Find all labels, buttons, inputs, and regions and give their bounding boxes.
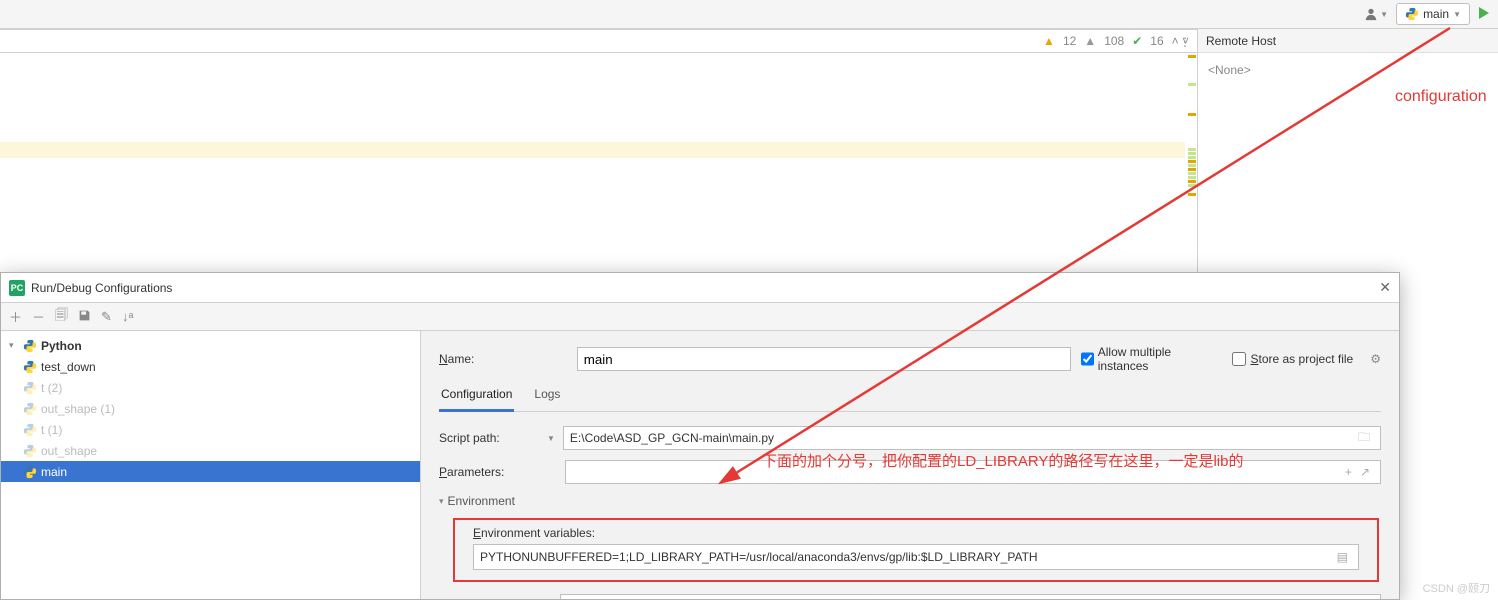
python-icon xyxy=(23,339,37,353)
chevron-down-icon: ▾ xyxy=(439,496,444,507)
kebab-menu[interactable]: ⋮ xyxy=(1179,35,1191,49)
run-debug-dialog: PC Run/Debug Configurations ✕ ＋ － 🗐 ✎ ↓ᵃ… xyxy=(0,272,1400,600)
folder-icon[interactable]: 🗀 xyxy=(1354,428,1374,449)
tree-item[interactable]: t (2) xyxy=(1,377,420,398)
tree-item[interactable]: out_shape (1) xyxy=(1,398,420,419)
tree-node-python[interactable]: ▾ Python xyxy=(1,335,420,356)
highlighted-line xyxy=(0,142,1185,158)
edit-defaults-button[interactable]: ✎ xyxy=(101,309,112,325)
pycharm-icon: PC xyxy=(9,280,25,296)
remove-button[interactable]: － xyxy=(32,307,45,326)
watermark: CSDN @颐刀 xyxy=(1423,580,1490,596)
list-icon[interactable]: ▤ xyxy=(1333,550,1352,564)
python-icon xyxy=(23,423,37,437)
dialog-title: Run/Debug Configurations xyxy=(31,281,172,295)
expand-icon[interactable]: ↗ xyxy=(1356,465,1374,479)
python-icon xyxy=(23,381,37,395)
run-config-selector[interactable]: main ▼ xyxy=(1396,3,1470,25)
env-highlighted-block: Environment variables: PYTHONUNBUFFERED=… xyxy=(453,518,1379,582)
script-path-input[interactable]: E:\Code\ASD_GP_GCN-main\main.py 🗀 xyxy=(563,426,1381,450)
run-config-label: main xyxy=(1423,7,1449,21)
gear-icon[interactable]: ⚙ xyxy=(1370,352,1381,366)
tab-logs[interactable]: Logs xyxy=(532,383,562,411)
remote-host-value[interactable]: <None> xyxy=(1198,53,1498,87)
remote-host-title: Remote Host xyxy=(1198,29,1498,53)
add-icon[interactable]: + xyxy=(1341,465,1356,479)
python-icon xyxy=(23,360,37,374)
run-button[interactable] xyxy=(1476,6,1490,23)
tree-item-label: out_shape xyxy=(41,444,97,458)
tree-item[interactable]: main xyxy=(1,461,420,482)
tree-root-label: Python xyxy=(41,339,82,353)
script-path-label: Script path: xyxy=(439,431,539,445)
sort-button[interactable]: ↓ᵃ xyxy=(122,309,133,324)
env-var-label: Environment variables: xyxy=(473,526,1359,540)
warning-triangle-icon: ▲ xyxy=(1043,34,1055,48)
chevron-down-icon: ▼ xyxy=(1380,10,1388,19)
tree-item-label: test_down xyxy=(41,360,96,374)
tab-configuration[interactable]: Configuration xyxy=(439,383,514,412)
python-icon xyxy=(23,465,37,479)
tree-item-label: main xyxy=(41,465,67,479)
python-icon xyxy=(1405,7,1419,21)
name-label: Name: xyxy=(439,352,567,366)
checks-count: 16 xyxy=(1150,34,1163,48)
tree-item[interactable]: test_down xyxy=(1,356,420,377)
play-icon xyxy=(1476,6,1490,20)
env-var-input[interactable]: PYTHONUNBUFFERED=1;LD_LIBRARY_PATH=/usr/… xyxy=(473,544,1359,570)
chevron-down-icon: ▾ xyxy=(9,340,19,351)
warnings-yellow-count: 12 xyxy=(1063,34,1076,48)
name-input[interactable] xyxy=(577,347,1071,371)
warnings-gray-count: 108 xyxy=(1104,34,1124,48)
interpreter-dropdown[interactable]: Project Default (Remote Python 3.6.13 (s… xyxy=(560,594,1381,599)
allow-multiple-checkbox[interactable]: Allow multiple instances xyxy=(1081,345,1209,373)
parameters-input[interactable]: + ↗ xyxy=(565,460,1381,484)
save-button[interactable] xyxy=(78,309,91,325)
tree-item[interactable]: out_shape xyxy=(1,440,420,461)
parameters-label: Parameters: xyxy=(439,465,539,479)
close-button[interactable]: ✕ xyxy=(1379,279,1391,296)
chevron-down-icon: ▼ xyxy=(1453,10,1461,19)
warning-triangle-icon: ▲ xyxy=(1084,34,1096,48)
store-as-project-checkbox[interactable]: Store as project file xyxy=(1232,352,1360,366)
check-icon: ✔ xyxy=(1132,34,1142,48)
environment-section[interactable]: ▾ Environment xyxy=(439,494,1381,508)
python-icon xyxy=(23,444,37,458)
user-menu-button[interactable]: ▼ xyxy=(1362,5,1390,23)
add-button[interactable]: ＋ xyxy=(9,307,22,326)
copy-button[interactable]: 🗐 xyxy=(55,306,68,328)
user-icon xyxy=(1364,7,1378,21)
tree-item-label: t (1) xyxy=(41,423,62,437)
tree-item[interactable]: t (1) xyxy=(1,419,420,440)
chevron-down-icon[interactable]: ▼ xyxy=(547,434,555,443)
python-icon xyxy=(23,402,37,416)
tree-item-label: out_shape (1) xyxy=(41,402,115,416)
config-tree[interactable]: ▾ Python test_downt (2) out_shape (1) t (1… xyxy=(1,331,421,599)
tree-item-label: t (2) xyxy=(41,381,62,395)
